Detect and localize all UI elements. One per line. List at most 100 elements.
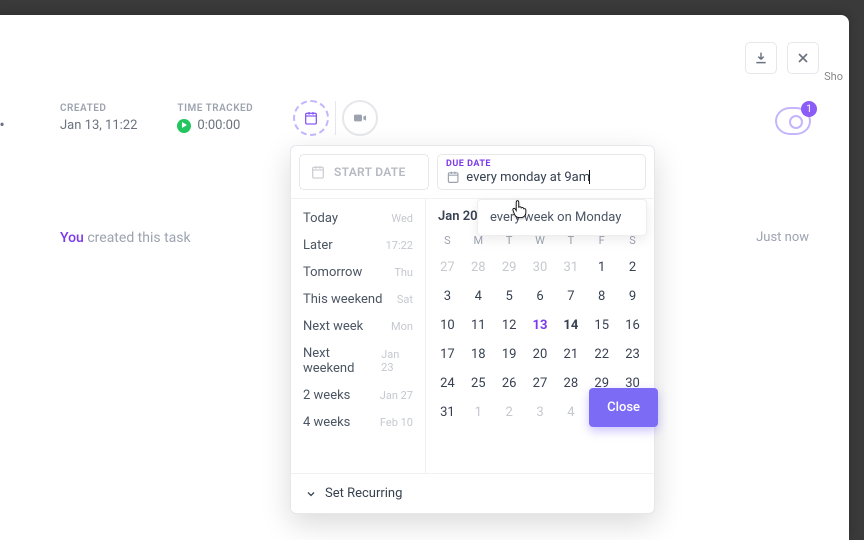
set-recurring-label: Set Recurring xyxy=(325,486,402,501)
calendar-week-row: 17181920212223 xyxy=(432,340,648,369)
calendar-day[interactable]: 24 xyxy=(432,369,463,398)
close-icon xyxy=(795,50,811,66)
download-icon xyxy=(753,50,769,66)
quick-date-label: This weekend xyxy=(303,292,382,307)
play-icon[interactable] xyxy=(177,119,191,133)
calendar-day[interactable]: 31 xyxy=(432,398,463,427)
time-label: TIME TRACKED xyxy=(177,103,253,114)
quick-date-item[interactable]: 2 weeks Jan 27 xyxy=(291,382,425,409)
calendar-day[interactable]: 18 xyxy=(463,340,494,369)
calendar-day[interactable]: 9 xyxy=(617,282,648,311)
start-date-button[interactable]: START DATE xyxy=(299,154,429,190)
calendar-day[interactable]: 15 xyxy=(586,311,617,340)
due-date-button[interactable] xyxy=(293,100,329,136)
quick-date-item[interactable]: Next week Mon xyxy=(291,313,425,340)
calendar-day[interactable]: 21 xyxy=(555,340,586,369)
calendar: Jan 2021 TODAY SMTWTFS 27282930311234567… xyxy=(426,199,654,473)
quick-date-hint: Wed xyxy=(391,212,413,225)
calendar-day[interactable]: 27 xyxy=(525,369,556,398)
close-modal-button[interactable] xyxy=(787,42,819,74)
calendar-day[interactable]: 29 xyxy=(494,253,525,282)
calendar-day[interactable]: 30 xyxy=(525,253,556,282)
calendar-icon xyxy=(310,164,326,180)
calendar-day[interactable]: 5 xyxy=(494,282,525,311)
dow-cell: S xyxy=(432,234,463,247)
calendar-day[interactable]: 17 xyxy=(432,340,463,369)
calendar-day[interactable]: 7 xyxy=(555,282,586,311)
start-date-label: START DATE xyxy=(334,165,406,179)
chevron-down-icon xyxy=(305,488,317,500)
task-meta: CREATED Jan 13, 11:22 TIME TRACKED 0:00:… xyxy=(60,100,378,136)
video-icon xyxy=(352,110,368,126)
right-cutoff-text: Sho xyxy=(824,70,843,83)
quick-date-hint: Mon xyxy=(391,320,413,333)
calendar-day[interactable]: 12 xyxy=(494,311,525,340)
topbar xyxy=(745,42,819,74)
quick-date-item[interactable]: 4 weeksFeb 10 xyxy=(291,409,425,436)
calendar-day[interactable]: 10 xyxy=(432,311,463,340)
quick-date-label: 2 weeks xyxy=(303,388,350,403)
more-menu[interactable]: •• xyxy=(0,115,7,134)
quick-date-label: Today xyxy=(303,211,338,226)
date-picker-popover: START DATE DUE DATE every monday at 9am … xyxy=(290,145,655,514)
quick-date-hint: Thu xyxy=(394,266,413,279)
calendar-week-row: 272829303112 xyxy=(432,253,648,282)
quick-date-item[interactable]: Next weekendJan 23 xyxy=(291,340,425,382)
calendar-day[interactable]: 22 xyxy=(586,340,617,369)
nlp-suggestion[interactable]: every week on Monday xyxy=(477,199,647,236)
calendar-day[interactable]: 20 xyxy=(525,340,556,369)
quick-date-label: Next weekend xyxy=(303,346,381,376)
calendar-day[interactable]: 3 xyxy=(525,398,556,427)
due-date-label: DUE DATE xyxy=(446,159,637,169)
calendar-day[interactable]: 14 xyxy=(555,311,586,340)
quick-dates-list: Today Wed Later 17:22 Tomorrow Thu This weeken… xyxy=(291,199,426,473)
calendar-day[interactable]: 23 xyxy=(617,340,648,369)
calendar-day[interactable]: 1 xyxy=(463,398,494,427)
video-button[interactable] xyxy=(342,100,378,136)
quick-date-label: Next week xyxy=(303,319,363,334)
calendar-day[interactable]: 3 xyxy=(432,282,463,311)
watchers[interactable]: 1 xyxy=(775,107,811,135)
quick-date-item[interactable]: This weekendSat xyxy=(291,286,425,313)
cursor-pointer-icon xyxy=(510,199,530,223)
created-value: Jan 13, 11:22 xyxy=(60,118,137,133)
time-meta: TIME TRACKED 0:00:00 xyxy=(177,103,253,133)
task-modal: Sho •• CREATED Jan 13, 11:22 TIME TRACKE… xyxy=(0,15,849,540)
calendar-day[interactable]: 8 xyxy=(586,282,617,311)
calendar-day[interactable]: 31 xyxy=(555,253,586,282)
calendar-day[interactable]: 28 xyxy=(463,253,494,282)
due-date-input[interactable]: every monday at 9am xyxy=(466,170,637,185)
calendar-icon xyxy=(303,110,319,126)
quick-date-item[interactable]: Today Wed xyxy=(291,205,425,232)
divider xyxy=(335,101,336,135)
watcher-count-badge: 1 xyxy=(801,101,817,117)
calendar-day[interactable]: 2 xyxy=(617,253,648,282)
calendar-day[interactable]: 1 xyxy=(586,253,617,282)
calendar-day[interactable]: 2 xyxy=(494,398,525,427)
calendar-icon xyxy=(446,169,460,185)
calendar-day[interactable]: 11 xyxy=(463,311,494,340)
activity-actor: You xyxy=(60,230,84,246)
quick-date-label: Later xyxy=(303,238,333,253)
quick-date-item[interactable]: Tomorrow Thu xyxy=(291,259,425,286)
quick-date-item[interactable]: Later 17:22 xyxy=(291,232,425,259)
calendar-day[interactable]: 13 xyxy=(525,311,556,340)
calendar-day[interactable]: 26 xyxy=(494,369,525,398)
collapse-button[interactable] xyxy=(745,42,777,74)
created-meta: CREATED Jan 13, 11:22 xyxy=(60,103,137,133)
calendar-day[interactable]: 4 xyxy=(463,282,494,311)
calendar-day[interactable]: 16 xyxy=(617,311,648,340)
calendar-day[interactable]: 25 xyxy=(463,369,494,398)
calendar-day[interactable]: 19 xyxy=(494,340,525,369)
calendar-day[interactable]: 28 xyxy=(555,369,586,398)
quick-date-hint: Feb 10 xyxy=(380,416,413,429)
quick-date-label: Tomorrow xyxy=(303,265,362,280)
close-button[interactable]: Close xyxy=(589,388,658,427)
quick-date-hint: 17:22 xyxy=(386,239,413,252)
calendar-day[interactable]: 4 xyxy=(555,398,586,427)
quick-date-hint: Jan 27 xyxy=(380,389,413,402)
calendar-day[interactable]: 27 xyxy=(432,253,463,282)
set-recurring-button[interactable]: Set Recurring xyxy=(291,473,654,513)
calendar-day[interactable]: 6 xyxy=(525,282,556,311)
due-date-field[interactable]: DUE DATE every monday at 9am every week … xyxy=(437,154,646,190)
